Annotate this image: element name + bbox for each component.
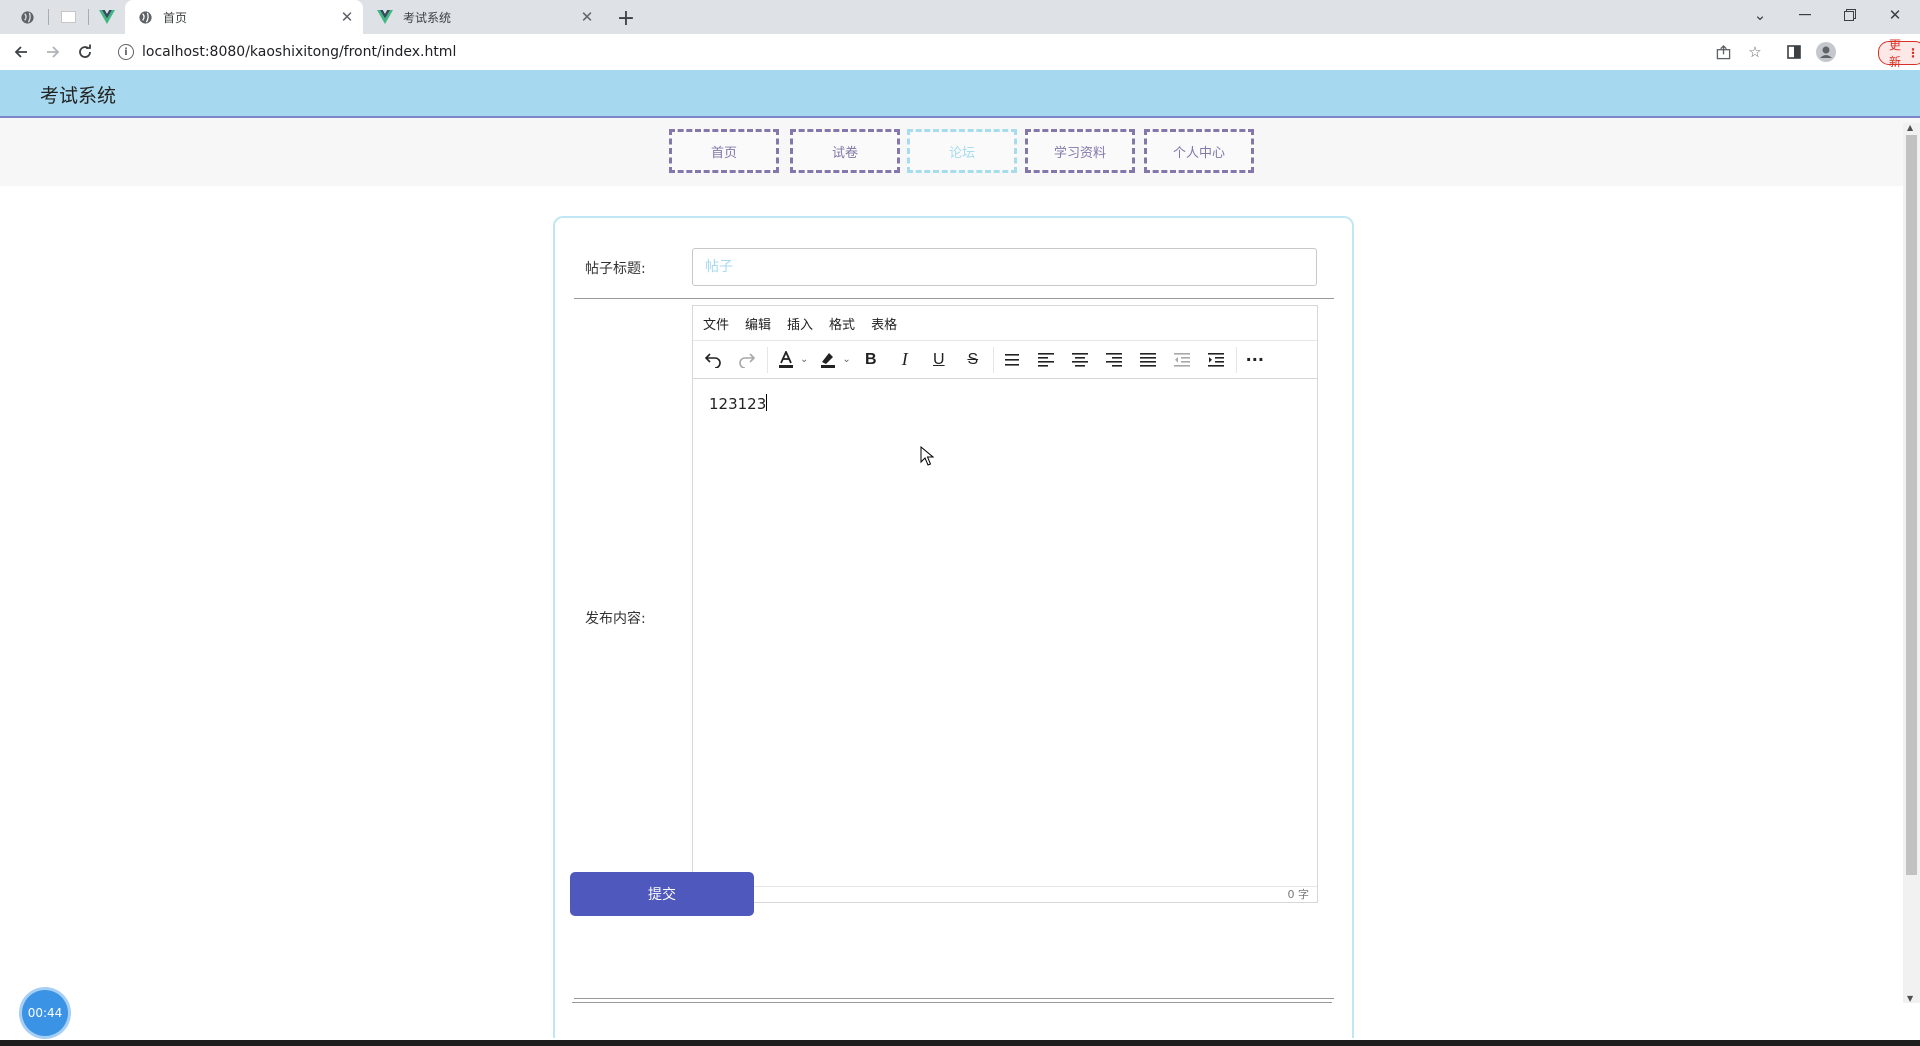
editor-toolbar: ⌄ ⌄ B I U S ··· <box>693 341 1317 379</box>
address-bar[interactable]: i localhost:8080/kaoshixitong/front/inde… <box>110 39 1205 65</box>
back-button[interactable] <box>7 38 35 66</box>
close-tab-icon[interactable]: ✕ <box>337 7 357 27</box>
close-tab-icon[interactable]: ✕ <box>577 7 597 27</box>
bold-icon[interactable]: B <box>857 346 885 374</box>
scroll-down-icon[interactable]: ▼ <box>1907 994 1913 1003</box>
minimize-button[interactable] <box>1783 0 1827 30</box>
text-color-icon[interactable] <box>772 346 800 374</box>
globe-icon <box>20 10 34 24</box>
outdent-icon[interactable] <box>1168 346 1196 374</box>
more-options-icon[interactable]: ··· <box>1241 346 1269 374</box>
update-button[interactable]: 更新 ⋮ <box>1878 38 1920 69</box>
pinned-tab-blank[interactable] <box>55 0 81 34</box>
nav-item-papers[interactable]: 试卷 <box>790 129 900 173</box>
browser-toolbar: i localhost:8080/kaoshixitong/front/inde… <box>0 34 1920 70</box>
editor-menubar: 文件 编辑 插入 格式 表格 <box>693 306 1317 341</box>
nav-item-forum[interactable]: 论坛 <box>907 129 1017 173</box>
page-viewport: 考试系统 首页 试卷 论坛 学习资料 个人中心 帖子标题: 发布内容: 文件 编… <box>0 70 1920 1040</box>
side-panel-icon[interactable] <box>1783 41 1805 63</box>
post-content-label: 发布内容: <box>585 611 646 627</box>
forward-arrow-icon <box>47 46 60 58</box>
back-arrow-icon <box>14 46 27 58</box>
profile-avatar-icon[interactable] <box>1815 41 1837 63</box>
menu-edit[interactable]: 编辑 <box>745 314 771 333</box>
tab-title: 考试系统 <box>403 10 452 25</box>
forward-button[interactable] <box>39 38 67 66</box>
highlight-color-icon[interactable] <box>814 346 842 374</box>
word-count: 0 字 <box>693 886 1317 902</box>
main-nav: 首页 试卷 论坛 学习资料 个人中心 <box>0 118 1920 186</box>
editor-text: 123123 <box>709 395 767 413</box>
new-tab-button[interactable]: + <box>613 5 639 31</box>
menu-file[interactable]: 文件 <box>703 314 729 333</box>
align-center-icon[interactable] <box>1066 346 1094 374</box>
more-vert-icon: ⋮ <box>1907 46 1920 60</box>
italic-icon[interactable]: I <box>891 346 919 374</box>
align-left-icon[interactable] <box>1032 346 1060 374</box>
globe-icon <box>137 9 153 25</box>
chevron-down-icon[interactable]: ⌄ <box>800 354 808 365</box>
vue-logo-icon <box>377 9 393 25</box>
align-justify-icon[interactable] <box>1134 346 1162 374</box>
align-right-icon[interactable] <box>1100 346 1128 374</box>
tab-search-chevron-icon[interactable]: ⌄ <box>1738 0 1782 30</box>
taskbar-edge <box>0 1040 1920 1046</box>
share-icon[interactable] <box>1712 41 1734 63</box>
bookmark-star-icon[interactable]: ☆ <box>1744 41 1766 63</box>
undo-icon[interactable] <box>699 346 727 374</box>
mouse-cursor-icon <box>920 446 934 466</box>
pinned-tab-globe[interactable] <box>14 0 40 34</box>
recording-timer: 00:44 <box>22 990 68 1036</box>
site-info-icon[interactable]: i <box>118 44 134 60</box>
strikethrough-icon[interactable]: S <box>959 346 987 374</box>
underline-icon[interactable]: U <box>925 346 953 374</box>
minimize-icon <box>1799 14 1811 16</box>
editor-content-area[interactable]: 123123 <box>693 378 1317 876</box>
post-title-label: 帖子标题: <box>585 261 646 277</box>
indent-icon[interactable] <box>1202 346 1230 374</box>
divider <box>574 298 1334 299</box>
restore-button[interactable] <box>1828 0 1872 30</box>
nav-item-profile[interactable]: 个人中心 <box>1144 129 1254 173</box>
vue-logo-icon <box>99 10 115 24</box>
redo-icon[interactable] <box>733 346 761 374</box>
submit-button[interactable]: 提交 <box>570 872 754 916</box>
page-scrollbar[interactable]: ▲ ▼ <box>1903 123 1920 1003</box>
reload-button[interactable] <box>71 38 99 66</box>
text-cursor <box>766 394 768 411</box>
menu-table[interactable]: 表格 <box>871 314 897 333</box>
menu-format[interactable]: 格式 <box>829 314 855 333</box>
tab-homepage[interactable]: 首页 ✕ <box>125 0 363 34</box>
reload-icon <box>79 44 91 58</box>
update-label: 更新 <box>1889 38 1902 69</box>
menu-insert[interactable]: 插入 <box>787 314 813 333</box>
divider <box>572 1002 1332 1003</box>
tab-title: 首页 <box>163 10 188 25</box>
post-title-input[interactable] <box>692 248 1317 286</box>
site-title: 考试系统 <box>40 85 117 107</box>
scrollbar-thumb[interactable] <box>1906 135 1917 875</box>
nav-item-study-materials[interactable]: 学习资料 <box>1025 129 1135 173</box>
scroll-up-icon[interactable]: ▲ <box>1907 123 1913 132</box>
rich-text-editor: 文件 编辑 插入 格式 表格 ⌄ ⌄ B I U S ··· 123123 0 … <box>692 305 1318 903</box>
close-window-button[interactable]: ✕ <box>1873 0 1917 30</box>
divider <box>574 998 1334 999</box>
tab-exam-system[interactable]: 考试系统 ✕ <box>365 0 603 34</box>
line-height-icon[interactable] <box>998 346 1026 374</box>
chevron-down-icon[interactable]: ⌄ <box>842 354 850 365</box>
restore-icon <box>1844 9 1856 21</box>
url-text: localhost:8080/kaoshixitong/front/index.… <box>142 44 457 60</box>
blank-page-icon <box>60 11 76 23</box>
site-header: 考试系统 <box>0 70 1920 118</box>
nav-item-home[interactable]: 首页 <box>669 129 779 173</box>
browser-tab-strip: 首页 ✕ 考试系统 ✕ + ⌄ ✕ <box>0 0 1920 34</box>
pinned-tab-vue[interactable] <box>94 0 120 34</box>
